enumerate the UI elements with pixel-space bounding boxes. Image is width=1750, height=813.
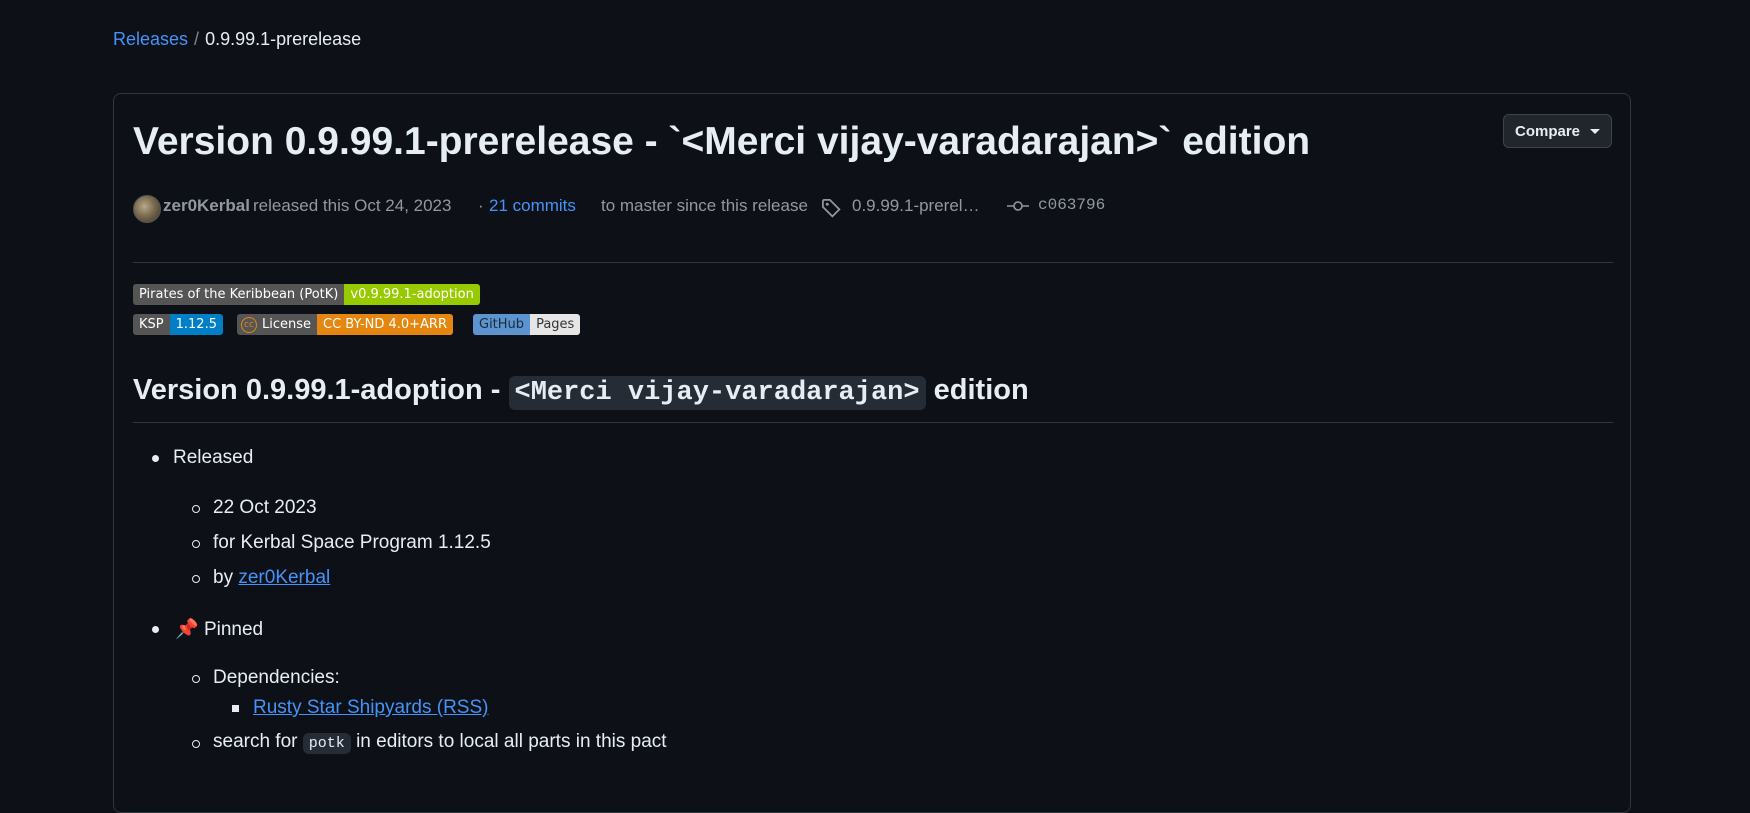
commits-link[interactable]: 21 commits: [489, 196, 576, 216]
released-text: released this Oct 24, 2023: [253, 196, 452, 215]
breadcrumb: Releases /0.9.99.1-prerelease: [113, 29, 361, 50]
author-link[interactable]: zer0Kerbal: [163, 196, 250, 216]
badge-left: KSP: [133, 314, 170, 335]
compare-label: Compare: [1514, 122, 1581, 140]
bullet: [192, 505, 200, 513]
chevron-down-icon: [1590, 128, 1601, 134]
search-suffix: in editors to local all parts in this pa…: [356, 731, 667, 752]
potk-badge[interactable]: Pirates of the Keribbean (PotK) v0.9.99.1…: [133, 284, 480, 305]
badge-right: v0.9.99.1-adoption: [344, 284, 480, 305]
license-badge[interactable]: cc License CC BY-ND 4.0+ARR: [237, 314, 453, 335]
heading-prefix: Version 0.9.99.1-adoption -: [133, 374, 501, 406]
list-item-dependencies: Dependencies:: [213, 667, 340, 688]
ksp-badge[interactable]: KSP 1.12.5: [133, 314, 223, 335]
commit-icon: [1007, 198, 1029, 219]
badge-right: Pages: [530, 314, 581, 335]
list-item-pinned: 📌 Pinned: [175, 617, 263, 641]
bullet: [152, 455, 159, 462]
commit-hash-link[interactable]: c063796: [1038, 196, 1105, 214]
breadcrumb-separator: /: [194, 29, 200, 49]
list-item-released: Released: [173, 447, 254, 468]
bullet: [192, 740, 200, 748]
badge-left: GitHub: [473, 314, 531, 335]
list-item-date: 22 Oct 2023: [213, 497, 317, 518]
list-item-ksp: for Kerbal Space Program 1.12.5: [213, 532, 491, 553]
creative-commons-icon: cc: [241, 316, 257, 333]
search-prefix: search for: [213, 731, 298, 752]
pin-icon: 📌: [175, 619, 199, 640]
heading-suffix: edition: [933, 374, 1029, 406]
release-title: Version 0.9.99.1-prerelease - `<Merci vi…: [133, 120, 1311, 163]
badge-right: 1.12.5: [169, 314, 223, 335]
rss-link[interactable]: Rusty Star Shipyards (RSS): [253, 697, 488, 718]
list-item-rss: Rusty Star Shipyards (RSS): [253, 697, 488, 719]
by-text: by: [213, 567, 234, 588]
meta-dot: ·: [478, 196, 484, 215]
compare-button[interactable]: Compare: [1503, 114, 1612, 148]
heading-code: <Merci vijay-varadarajan>: [508, 376, 926, 410]
commits-suffix: to master since this release: [601, 196, 808, 215]
avatar[interactable]: [133, 195, 161, 223]
badge-left: Pirates of the Keribbean (PotK): [133, 284, 345, 305]
badge-left: cc License: [237, 314, 318, 335]
bullet: [192, 675, 200, 683]
pinned-text: Pinned: [203, 619, 264, 640]
bullet: [152, 626, 159, 633]
author-profile-link[interactable]: zer0Kerbal: [238, 567, 330, 588]
tag-icon: [821, 198, 841, 223]
body-heading: Version 0.9.99.1-adoption - <Merci vijay…: [133, 374, 1029, 410]
bullet: [192, 540, 200, 548]
bullet: [192, 575, 200, 583]
search-code: potk: [302, 733, 351, 754]
list-item-search: search for potk in editors to local all …: [213, 731, 667, 754]
github-pages-badge[interactable]: GitHub Pages: [473, 314, 581, 335]
breadcrumb-releases-link[interactable]: Releases: [113, 29, 188, 49]
bullet: [232, 705, 239, 712]
badge-right: CC BY-ND 4.0+ARR: [317, 314, 453, 335]
divider: [133, 262, 1613, 263]
breadcrumb-current: 0.9.99.1-prerelease: [205, 29, 362, 49]
heading-divider: [133, 422, 1613, 423]
list-item-by: by zer0Kerbal: [213, 567, 330, 589]
tag-link[interactable]: 0.9.99.1-prerel…: [852, 196, 980, 216]
